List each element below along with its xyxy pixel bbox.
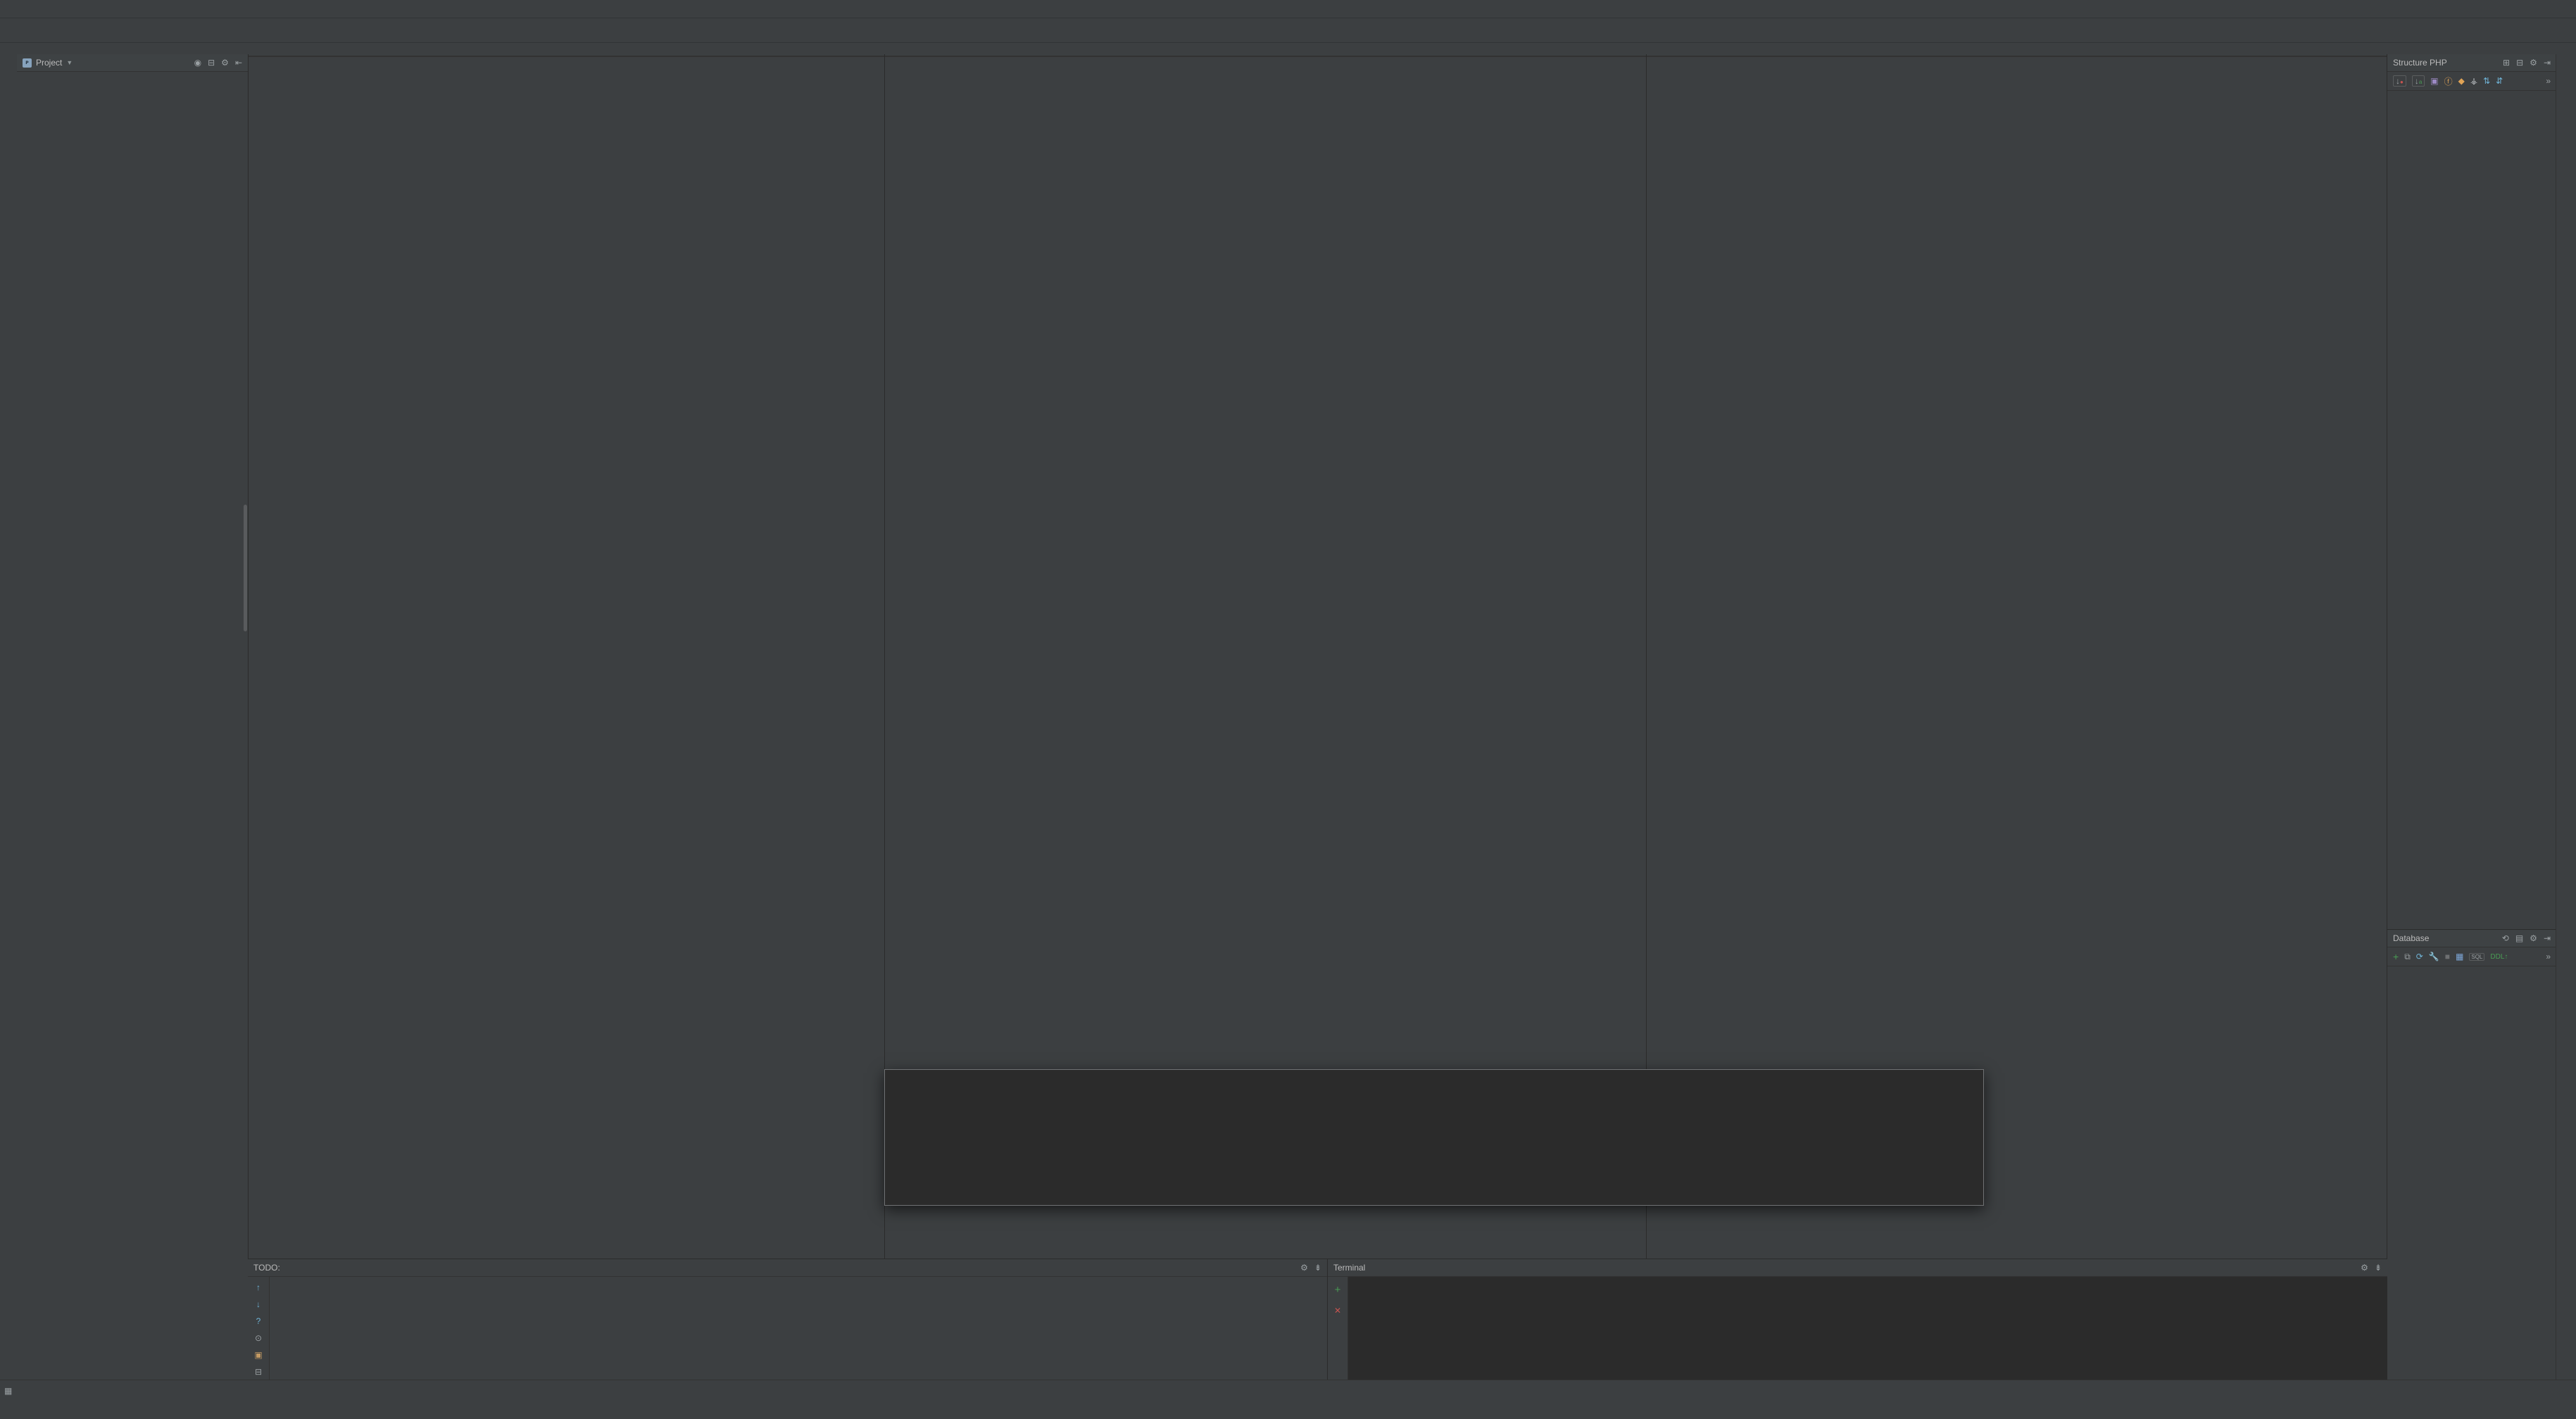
help-icon[interactable]: ? [256,1316,261,1326]
sql-console-icon[interactable]: ▤ [2515,933,2523,943]
sync-db-icon[interactable]: ⟲ [2502,933,2509,943]
terminal-panel-title: Terminal [1333,1263,1365,1273]
sort-visibility-icon[interactable]: ↓● [2393,75,2406,87]
project-tree [17,72,248,1379]
show-constants-icon[interactable]: ◆ [2458,76,2465,86]
right-tool-stripe [2556,54,2576,1380]
todo-tree [270,1277,1327,1380]
structure-panel: Structure PHP ⊞ ⊟ ⚙ ⇥ ↓● ↓a ▣ ⓕ ◆ ⚶ ⇅ ⇵ » [2387,54,2556,929]
duplicate-icon[interactable]: ⧉ [2404,952,2411,962]
new-session-icon[interactable]: + [1335,1284,1341,1296]
hide-panel-icon[interactable]: ⇤ [235,58,242,68]
show-fields-icon[interactable]: ▣ [2430,76,2438,86]
hide-panel-icon[interactable]: ⇥ [2544,933,2551,943]
console-icon[interactable]: SQL [2469,953,2484,961]
todo-side-toolbar: ↑ ↓ ? ⊙ ▣ ⊟ » [248,1277,270,1380]
project-icon: P [23,58,32,68]
hide-panel-icon[interactable]: ⇟ [1314,1263,1321,1273]
group-by-icon[interactable]: ▣ [254,1350,262,1360]
prev-todo-icon[interactable]: ↑ [256,1282,260,1292]
structure-toolbar: ↓● ↓a ▣ ⓕ ◆ ⚶ ⇅ ⇵ » [2387,72,2556,91]
stop-icon[interactable]: ■ [2445,952,2450,961]
sort-alpha-icon[interactable]: ↓a [2412,75,2425,87]
properties-icon[interactable]: 🔧 [2429,952,2439,961]
project-panel: PProject▼ ◉ ⊟ ⚙ ⇤ [17,54,249,1380]
collapse-all-icon[interactable]: ⊟ [2516,58,2523,68]
hide-panel-icon[interactable]: ⇥ [2544,58,2551,68]
todo-panel: TODO: ⚙ ⇟ ↑ ↓ ? ⊙ ▣ ⊟ » [248,1259,1327,1380]
locate-file-icon[interactable]: ◉ [194,58,201,68]
flatten-icon[interactable]: ⊟ [255,1367,262,1377]
left-tool-stripe [0,54,18,1380]
settings-gear-icon[interactable]: ⚙ [1300,1263,1308,1273]
database-panel: Database ⟲ ▤ ⚙ ⇥ + ⧉ ⟳ 🔧 ■ ▦ SQL DDL↑ » [2387,929,2556,1380]
autoscroll-icon[interactable]: ⊙ [255,1333,262,1343]
settings-gear-icon[interactable]: ⚙ [2530,933,2537,943]
ddl-icon[interactable]: DDL↑ [2490,953,2508,961]
collapse-all-icon[interactable]: ⊟ [208,58,215,68]
more-icon[interactable]: » [2546,952,2551,961]
expand-icon[interactable]: ⇅ [2483,76,2490,86]
main-toolbar [0,18,2576,43]
menu-bar [0,0,2576,18]
project-scrollbar[interactable] [244,505,247,631]
refresh-icon[interactable]: ⟳ [2416,952,2423,961]
tool-window-switcher-icon[interactable]: ▦ [4,1386,12,1396]
terminal-side-toolbar: + ✕ [1328,1277,1348,1380]
database-toolbar: + ⧉ ⟳ 🔧 ■ ▦ SQL DDL↑ » [2387,947,2556,966]
todo-panel-title: TODO: [253,1263,280,1273]
terminal-panel: Terminal ⚙ ⇟ + ✕ [1327,1259,2387,1380]
project-panel-title: Project [36,58,62,68]
settings-gear-icon[interactable]: ⚙ [2361,1263,2368,1273]
collapse-icon[interactable]: ⇵ [2496,76,2503,86]
table-editor-icon[interactable]: ▦ [2456,952,2463,961]
hide-panel-icon[interactable]: ⇟ [2375,1263,2382,1273]
project-panel-header: PProject▼ ◉ ⊟ ⚙ ⇤ [17,54,248,72]
more-icon[interactable]: » [2546,76,2551,86]
expand-all-icon[interactable]: ⊞ [2503,58,2510,68]
editor-pane-left [248,54,884,1259]
terminal-output[interactable] [1348,1277,2387,1380]
editor-lens-popup [884,1069,1984,1206]
structure-panel-title: Structure PHP [2393,58,2447,68]
show-inherited-icon[interactable]: ⓕ [2444,75,2453,87]
database-panel-title: Database [2393,933,2429,943]
add-datasource-icon[interactable]: + [2393,951,2399,962]
group-methods-icon[interactable]: ⚶ [2470,76,2477,86]
ide-window: PProject▼ ◉ ⊟ ⚙ ⇤ Structure PHP ⊞⊟ ⚙⇥ ↓●… [0,0,2576,1419]
bottom-tool-stripe: ▦ [0,1380,2576,1401]
settings-gear-icon[interactable]: ⚙ [221,58,229,68]
next-todo-icon[interactable]: ↓ [256,1299,260,1309]
settings-gear-icon[interactable]: ⚙ [2530,58,2537,68]
close-session-icon[interactable]: ✕ [1334,1306,1341,1316]
